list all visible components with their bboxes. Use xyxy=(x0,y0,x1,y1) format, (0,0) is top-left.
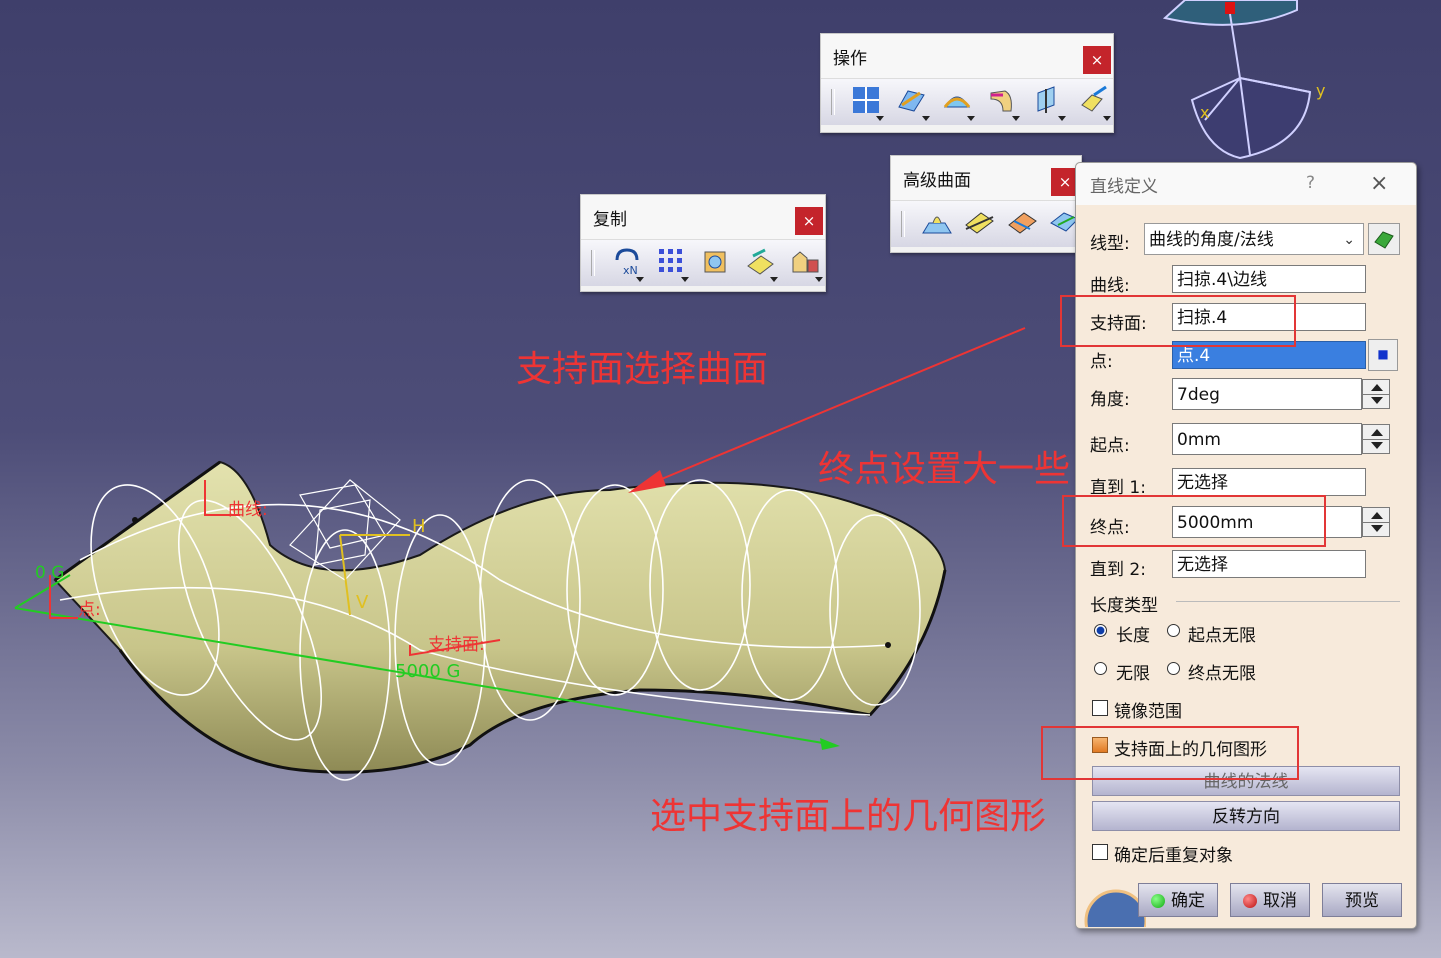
toolbar-grip[interactable] xyxy=(831,89,835,115)
copy-toolbar-title: 复制 xyxy=(593,209,627,230)
point-context-icon[interactable]: ■ xyxy=(1368,339,1398,371)
line-type-select[interactable]: 曲线的角度/法线 ⌄ xyxy=(1144,223,1364,255)
radio-start-infinite-label[interactable]: 起点无限 xyxy=(1188,621,1256,646)
wrap-surface-icon[interactable] xyxy=(1004,207,1039,241)
red-dot-icon xyxy=(1243,894,1257,908)
svg-text:xN: xN xyxy=(623,264,638,276)
compass-plane xyxy=(1190,76,1312,160)
toolbar-grip[interactable] xyxy=(901,211,905,237)
curve-field-label: 曲线: xyxy=(1090,276,1130,296)
angle-value-label: 0 G xyxy=(35,563,64,583)
angle-field-label: 角度: xyxy=(1090,390,1130,410)
bump-icon[interactable] xyxy=(919,207,954,241)
radio-end-infinite[interactable] xyxy=(1167,662,1180,675)
group-divider xyxy=(1176,601,1400,602)
power-copy-icon[interactable] xyxy=(699,246,736,280)
operation-toolbar-header[interactable]: 操作 × xyxy=(821,34,1113,78)
healing-icon[interactable] xyxy=(894,85,931,121)
upto2-field-label: 直到 2: xyxy=(1090,560,1146,580)
length-type-group-label: 长度类型 xyxy=(1090,596,1158,616)
toolbar-grip[interactable] xyxy=(591,250,595,276)
length-value-label: 5000 G xyxy=(395,661,460,682)
compass-y-label: y xyxy=(1316,81,1325,100)
line-type-label: 线型: xyxy=(1090,234,1130,254)
boundary-icon[interactable] xyxy=(940,85,977,121)
upto1-field[interactable]: 无选择 xyxy=(1172,468,1366,496)
cancel-button-label: 取消 xyxy=(1263,891,1297,911)
support-label: 支持面: xyxy=(428,635,485,655)
radio-infinite[interactable] xyxy=(1094,662,1107,675)
ok-button-label: 确定 xyxy=(1171,891,1205,911)
end-spinner[interactable] xyxy=(1362,507,1390,537)
chevron-down-icon: ⌄ xyxy=(1343,232,1355,248)
start-spinner[interactable] xyxy=(1362,424,1390,454)
dialog-title: 直线定义 xyxy=(1090,176,1158,197)
copy-toolbar-close-button[interactable]: × xyxy=(795,207,823,235)
curve-field[interactable]: 扫掠.4\边线 xyxy=(1172,265,1366,293)
split-icon[interactable] xyxy=(1030,85,1067,121)
compass-x-label: x xyxy=(1200,103,1209,122)
annotation-geometry-on-support: 选中支持面上的几何图形 xyxy=(650,796,1047,837)
angle-spinner[interactable] xyxy=(1362,379,1390,409)
green-dot-icon xyxy=(1151,894,1165,908)
radio-start-infinite[interactable] xyxy=(1167,624,1180,637)
copy-toolbar: 复制 × xN xyxy=(580,194,826,292)
operation-toolbar: 操作 × xyxy=(820,33,1114,133)
radio-end-infinite-label[interactable]: 终点无限 xyxy=(1188,659,1256,684)
wrap-curve-icon[interactable] xyxy=(961,207,996,241)
dialog-title-bar[interactable]: 直线定义 ? × xyxy=(1076,163,1416,205)
catia-logo-icon xyxy=(1084,889,1146,927)
mirror-checkbox[interactable] xyxy=(1092,700,1108,716)
repeat-object-checkbox[interactable] xyxy=(1092,844,1108,860)
dialog-close-button[interactable]: × xyxy=(1370,171,1388,196)
help-icon[interactable]: ? xyxy=(1306,173,1315,193)
rectangular-pattern-icon[interactable] xyxy=(654,246,691,282)
start-field[interactable]: 0mm xyxy=(1172,423,1362,455)
operation-toolbar-close-button[interactable]: × xyxy=(1083,46,1111,74)
cancel-button[interactable]: 取消 xyxy=(1230,883,1310,917)
highlight-support-field xyxy=(1060,295,1296,347)
advanced-surface-toolbar-title: 高级曲面 xyxy=(903,170,971,191)
annotation-support-surface: 支持面选择曲面 xyxy=(516,349,769,390)
highlight-geometry-on-support xyxy=(1041,726,1299,780)
axis-h-label: H xyxy=(412,516,426,537)
save-powercopy-icon[interactable] xyxy=(743,246,780,282)
annotation-end-point: 终点设置大一些 xyxy=(818,449,1071,490)
upto2-field[interactable]: 无选择 xyxy=(1172,550,1366,578)
compass-point xyxy=(1225,2,1235,14)
copy-toolbar-header[interactable]: 复制 × xyxy=(581,195,825,239)
curve-label: 曲线: xyxy=(228,500,268,520)
advanced-surface-toolbar-header[interactable]: 高级曲面 × xyxy=(891,156,1081,200)
radio-length[interactable] xyxy=(1094,624,1107,637)
object-repetition-icon[interactable]: xN xyxy=(609,246,646,282)
mirror-checkbox-label[interactable]: 镜像范围 xyxy=(1114,697,1182,722)
operation-toolbar-title: 操作 xyxy=(833,48,867,69)
reverse-direction-button[interactable]: 反转方向 xyxy=(1092,801,1400,831)
translate-icon[interactable] xyxy=(1076,85,1113,121)
radio-infinite-label[interactable]: 无限 xyxy=(1116,659,1150,684)
preview-button[interactable]: 预览 xyxy=(1322,883,1402,917)
catalog-icon[interactable] xyxy=(788,246,825,282)
point-field-label: 点: xyxy=(1090,352,1113,372)
start-field-label: 起点: xyxy=(1090,436,1130,456)
line-type-options-icon[interactable] xyxy=(1368,223,1400,255)
advanced-surface-toolbar: 高级曲面 × xyxy=(890,155,1082,253)
angle-field[interactable]: 7deg xyxy=(1172,378,1362,410)
axis-v-label: V xyxy=(356,592,369,613)
ok-button[interactable]: 确定 xyxy=(1138,883,1218,917)
join-icon[interactable] xyxy=(849,85,886,121)
fillet-icon[interactable] xyxy=(985,85,1022,121)
point-label: 点: xyxy=(78,600,101,620)
radio-length-label[interactable]: 长度 xyxy=(1116,621,1150,646)
highlight-end-field xyxy=(1062,495,1326,547)
line-type-value: 曲线的角度/法线 xyxy=(1149,230,1274,250)
